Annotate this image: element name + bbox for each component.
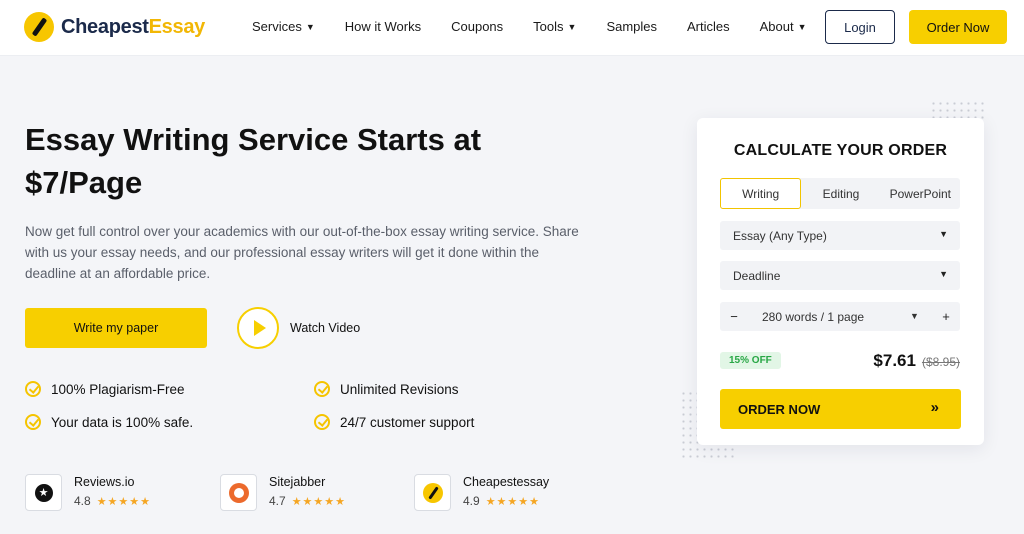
double-chevron-right-icon: »: [930, 399, 939, 416]
star-rating-icon: ★★★★★: [291, 495, 346, 508]
tab-powerpoint[interactable]: PowerPoint: [881, 178, 960, 209]
pages-select[interactable]: 280 words / 1 page: [762, 310, 864, 324]
original-price: ($8.95): [921, 355, 960, 369]
star-rating-icon: ★★★★★: [96, 495, 151, 508]
chevron-down-icon: ▼: [939, 269, 948, 279]
current-price: $7.61: [873, 351, 916, 370]
feature-item: 100% Plagiarism-Free: [25, 381, 185, 397]
nav-about[interactable]: About ▼: [760, 19, 807, 34]
nav-services[interactable]: Services ▼: [252, 19, 315, 34]
review-badge-reviewsio[interactable]: ★ Reviews.io 4.8 ★★★★★: [25, 474, 151, 511]
price-display: $7.61 ($8.95): [873, 351, 960, 371]
feature-item: 24/7 customer support: [314, 414, 474, 430]
hero-description: Now get full control over your academics…: [25, 224, 579, 281]
star-rating-icon: ★★★★★: [485, 495, 540, 508]
reviewsio-icon: ★: [34, 483, 53, 502]
chevron-down-icon: ▼: [797, 21, 807, 32]
logo-pen-icon: [24, 12, 54, 42]
nav-tools[interactable]: Tools ▼: [533, 19, 576, 34]
login-button[interactable]: Login: [825, 10, 895, 44]
paper-type-select[interactable]: Essay (Any Type) ▼: [720, 221, 960, 250]
increase-pages-button[interactable]: +: [932, 302, 960, 331]
order-now-button[interactable]: ORDER NOW »: [720, 389, 961, 429]
main-nav: Services ▼ How it Works Coupons Tools ▼ Sa…: [252, 19, 837, 34]
chevron-down-icon: ▼: [910, 311, 919, 321]
chevron-down-icon: ▼: [305, 21, 315, 32]
pages-stepper: − 280 words / 1 page ▼ +: [720, 302, 960, 331]
play-video-icon[interactable]: [237, 307, 279, 349]
feature-item: Your data is 100% safe.: [25, 414, 193, 430]
check-circle-icon: [25, 381, 41, 397]
feature-item: Unlimited Revisions: [314, 381, 459, 397]
check-circle-icon: [314, 414, 330, 430]
cheapestessay-icon: [422, 482, 443, 503]
sitejabber-icon: [228, 482, 249, 503]
decrease-pages-button[interactable]: −: [720, 302, 748, 331]
service-tabs: Writing Editing PowerPoint: [720, 178, 960, 209]
tab-editing[interactable]: Editing: [801, 178, 880, 209]
nav-how-it-works[interactable]: How it Works: [345, 19, 421, 34]
write-my-paper-button[interactable]: Write my paper: [25, 308, 207, 348]
tab-writing[interactable]: Writing: [720, 178, 802, 209]
hero-title: Essay Writing Service Starts at $7/Page: [25, 122, 482, 200]
order-calculator: CALCULATE YOUR ORDER Writing Editing Pow…: [697, 118, 984, 445]
logo[interactable]: CheapestEssay: [24, 12, 205, 42]
watch-video-link[interactable]: Watch Video: [290, 321, 360, 335]
nav-coupons[interactable]: Coupons: [451, 19, 503, 34]
nav-samples[interactable]: Samples: [606, 19, 657, 34]
order-now-header-button[interactable]: Order Now: [909, 10, 1007, 44]
review-badge-cheapestessay[interactable]: Cheapestessay 4.9 ★★★★★: [414, 474, 549, 511]
nav-articles[interactable]: Articles: [687, 19, 730, 34]
review-badge-sitejabber[interactable]: Sitejabber 4.7 ★★★★★: [220, 474, 346, 511]
logo-text: CheapestEssay: [61, 15, 205, 38]
calculator-title: CALCULATE YOUR ORDER: [733, 142, 948, 159]
chevron-down-icon: ▼: [567, 21, 577, 32]
site-header: CheapestEssay Services ▼ How it Works Cou…: [0, 0, 1024, 56]
check-circle-icon: [314, 381, 330, 397]
check-circle-icon: [25, 414, 41, 430]
discount-badge: 15% OFF: [720, 352, 781, 369]
deadline-select[interactable]: Deadline ▼: [720, 261, 960, 290]
chevron-down-icon: ▼: [939, 229, 948, 239]
